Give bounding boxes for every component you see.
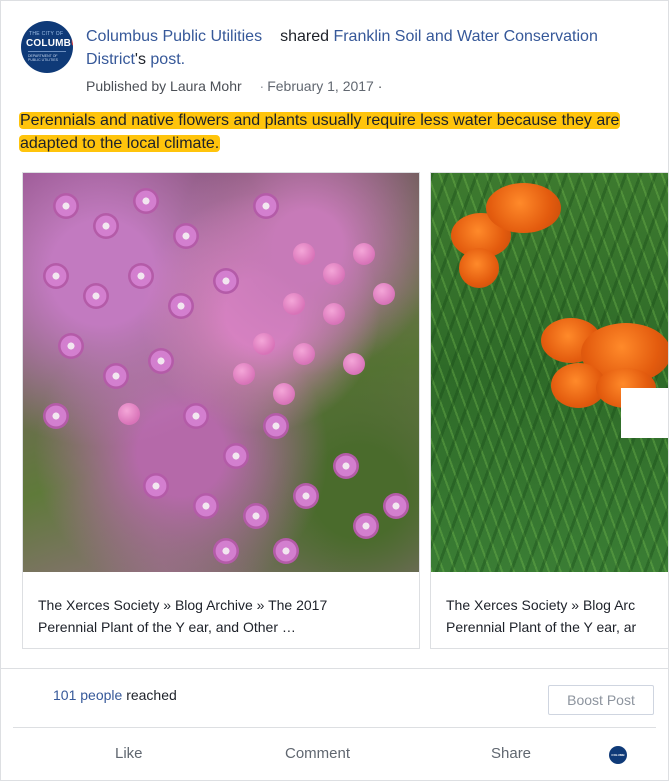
avatar-logo-text: COLUMBUS — [26, 38, 73, 49]
meta-separator: · — [259, 78, 265, 94]
actor-avatar-selector[interactable]: COLUMB — [609, 746, 627, 764]
feed-post: THE CITY OF COLUMBUS DEPARTMENT OF PUBLI… — [0, 0, 669, 781]
link-card[interactable]: The Xerces Society » Blog Archive » The … — [22, 172, 420, 649]
card-image-milkweed[interactable] — [23, 173, 419, 572]
card-caption[interactable]: The Xerces Society » Blog Arc Perennial … — [446, 594, 668, 638]
meta-separator-2: · — [377, 78, 383, 94]
post-header: THE CITY OF COLUMBUS DEPARTMENT OF PUBLI… — [21, 21, 648, 101]
post-meta: Published by Laura Mohr · February 1, 201… — [86, 78, 382, 94]
shared-text: shared — [280, 28, 329, 45]
post-link[interactable]: post. — [150, 51, 185, 68]
divider — [1, 668, 668, 669]
card-image-butterfly-weed[interactable] — [431, 173, 668, 572]
reach-count-link[interactable]: 101 people — [53, 687, 122, 703]
possessive-text: 's — [134, 51, 146, 68]
post-text: Perennials and native flowers and plants… — [19, 109, 659, 155]
avatar-dept-text: DEPARTMENT OF PUBLIC UTILITIES — [28, 54, 58, 62]
boost-post-button[interactable]: Boost Post — [548, 685, 654, 715]
page-name-link[interactable]: Columbus Public Utilities — [86, 28, 262, 45]
reach-stats: 101 people reached — [53, 687, 177, 703]
card-caption[interactable]: The Xerces Society » Blog Archive » The … — [38, 594, 398, 638]
post-title-line: Columbus Public Utilities shared Franklin… — [86, 25, 606, 71]
avatar-rule — [28, 51, 66, 52]
published-by: Published by Laura Mohr — [86, 78, 242, 94]
avatar-city-text: THE CITY OF — [29, 31, 64, 37]
link-card[interactable]: The Xerces Society » Blog Arc Perennial … — [430, 172, 668, 649]
page-avatar[interactable]: THE CITY OF COLUMBUS DEPARTMENT OF PUBLI… — [21, 21, 73, 73]
reach-label: reached — [126, 687, 177, 703]
share-button[interactable]: Share — [491, 745, 531, 762]
post-text-highlighted: Perennials and native flowers and plants… — [19, 112, 621, 152]
post-date[interactable]: February 1, 2017 — [267, 78, 374, 94]
like-button[interactable]: Like — [115, 745, 143, 762]
comment-button[interactable]: Comment — [285, 745, 350, 762]
divider — [13, 727, 656, 728]
overlay-box — [621, 388, 668, 438]
